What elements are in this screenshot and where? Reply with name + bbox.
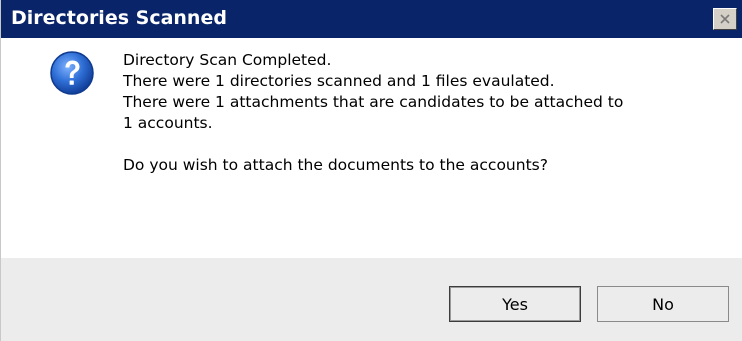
message-line: Directory Scan Completed. bbox=[123, 51, 332, 69]
message-spacer bbox=[123, 134, 723, 155]
message-question: Do you wish to attach the documents to t… bbox=[123, 156, 548, 174]
no-button[interactable]: No bbox=[597, 286, 729, 322]
yes-button[interactable]: Yes bbox=[449, 286, 581, 322]
dialog-message: Directory Scan Completed. There were 1 d… bbox=[123, 50, 723, 176]
close-button[interactable] bbox=[713, 8, 737, 30]
no-button-label: No bbox=[652, 294, 674, 314]
window-title: Directories Scanned bbox=[11, 7, 227, 29]
dialog-window: Directories Scanned Directory Scan Compl… bbox=[0, 0, 742, 341]
message-line: There were 1 directories scanned and 1 f… bbox=[123, 72, 555, 90]
yes-button-label: Yes bbox=[502, 294, 528, 314]
close-icon bbox=[720, 14, 730, 24]
message-line: 1 accounts. bbox=[123, 114, 213, 132]
message-line: There were 1 attachments that are candid… bbox=[123, 93, 624, 111]
title-bar[interactable]: Directories Scanned bbox=[1, 0, 742, 38]
question-icon bbox=[50, 51, 94, 95]
